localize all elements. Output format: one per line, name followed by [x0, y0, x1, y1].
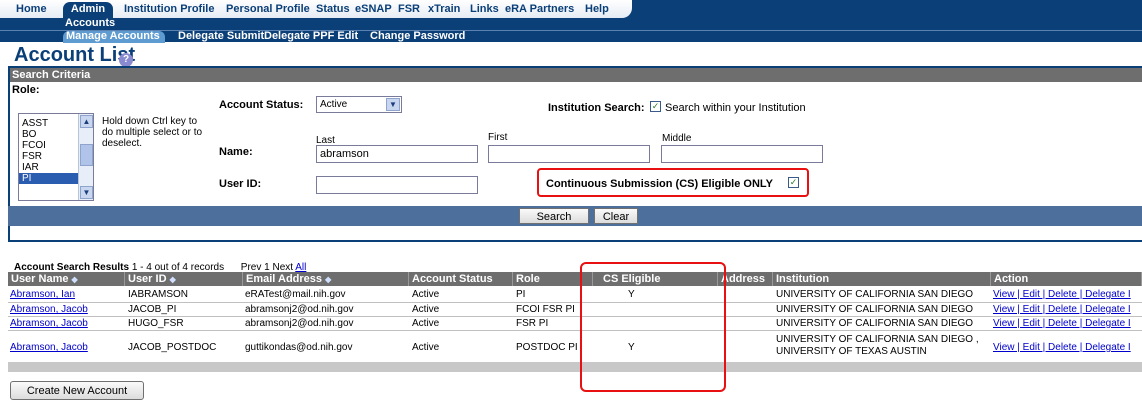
row3-email: abramsonj2@od.nih.gov	[245, 318, 354, 329]
row2-user-name[interactable]: Abramson, Jacob	[10, 304, 88, 315]
account-status-select[interactable]: Active ▼	[316, 96, 402, 113]
sort-icon[interactable]: ◆	[325, 275, 331, 284]
col-user-name-label: User Name	[11, 273, 69, 285]
top-nav-bar: Home Admin Institution Profile Personal …	[0, 0, 632, 18]
col-email-label: Email Address	[246, 273, 323, 285]
middle-name-caption: Middle	[662, 133, 692, 144]
institution-search-checkbox[interactable]: ✓	[650, 101, 661, 112]
nav-era-partners[interactable]: eRA Partners	[505, 3, 574, 15]
nav-fsr[interactable]: FSR	[398, 3, 420, 15]
sub-nav-accounts: Accounts	[0, 17, 1142, 30]
nav-home[interactable]: Home	[16, 3, 47, 15]
row4-user-id: JACOB_POSTDOC	[128, 342, 217, 353]
row2-actions[interactable]: View | Edit | Delete | Delegate I	[993, 304, 1131, 315]
results-footer-bar	[8, 362, 1142, 372]
row4-actions[interactable]: View | Edit | Delete | Delegate I	[993, 342, 1131, 353]
row-divider	[8, 302, 1142, 303]
user-id-input[interactable]	[316, 176, 478, 194]
create-new-account-button[interactable]: Create New Account	[10, 381, 144, 400]
col-email[interactable]: Email Address ◆	[243, 272, 409, 286]
search-button[interactable]: Search	[519, 208, 589, 224]
row2-email: abramsonj2@od.nih.gov	[245, 304, 354, 315]
results-table: User Name ◆ User ID ◆ Email Address ◆ Ac…	[8, 272, 1142, 372]
nav-xtrain[interactable]: xTrain	[428, 3, 460, 15]
row2-role: FCOI FSR PI	[516, 304, 575, 315]
account-status-value: Active	[320, 99, 348, 110]
top-nav: Home Admin Institution Profile Personal …	[0, 0, 1142, 18]
clear-button[interactable]: Clear	[594, 208, 638, 224]
nav-institution-profile[interactable]: Institution Profile	[124, 3, 214, 15]
middle-name-input[interactable]	[661, 145, 823, 163]
nav-help[interactable]: Help	[585, 3, 609, 15]
nav-admin[interactable]: Admin	[63, 2, 113, 18]
row3-actions[interactable]: View | Edit | Delete | Delegate I	[993, 318, 1131, 329]
sort-icon[interactable]: ◆	[72, 275, 78, 284]
row3-user-name[interactable]: Abramson, Jacob	[10, 318, 88, 329]
role-help-text: Hold down Ctrl key to do multiple select…	[102, 116, 203, 149]
scroll-down-icon[interactable]: ▼	[80, 186, 93, 199]
row2-status: Active	[412, 304, 440, 315]
institution-search-text: Search within your Institution	[665, 102, 806, 114]
row3-institution: UNIVERSITY OF CALIFORNIA SAN DIEGO	[776, 318, 974, 329]
sort-icon[interactable]: ◆	[170, 275, 176, 284]
nav-accounts[interactable]: Accounts	[65, 17, 115, 29]
scroll-up-icon[interactable]: ▲	[80, 115, 93, 128]
row3-role: FSR PI	[516, 318, 549, 329]
first-name-input[interactable]	[488, 145, 650, 163]
col-account-status: Account Status	[409, 272, 513, 286]
account-status-label: Account Status:	[219, 99, 304, 111]
row1-institution: UNIVERSITY OF CALIFORNIA SAN DIEGO	[776, 289, 974, 300]
nav-esnap[interactable]: eSNAP	[355, 3, 392, 15]
row4-institution: UNIVERSITY OF CALIFORNIA SAN DIEGO ,	[776, 334, 979, 345]
col-user-id-label: User ID	[128, 273, 167, 285]
col-action: Action	[991, 272, 1142, 286]
col-user-id[interactable]: User ID ◆	[125, 272, 243, 286]
row1-user-name[interactable]: Abramson, Ian	[10, 289, 75, 300]
row4-role: POSTDOC PI	[516, 342, 578, 353]
cs-column-highlight	[580, 262, 726, 392]
subnav-delegate-submit[interactable]: Delegate Submit	[178, 30, 264, 42]
nav-personal-profile[interactable]: Personal Profile	[226, 3, 310, 15]
row1-role: PI	[516, 289, 526, 300]
role-listbox-scrollbar[interactable]: ▲ ▼	[78, 114, 93, 200]
institution-search-label: Institution Search:	[548, 102, 645, 114]
sub-nav-accounts-menu: Manage Accounts Delegate Submit Delegate…	[0, 30, 1142, 43]
role-listbox[interactable]: ASST BO FCOI FSR IAR PI ▲ ▼	[18, 113, 94, 201]
search-criteria-header: Search Criteria	[10, 68, 1142, 82]
name-label: Name:	[219, 146, 253, 158]
col-address: Address	[718, 272, 773, 286]
row1-email: eRATest@mail.nih.gov	[245, 289, 346, 300]
row2-user-id: JACOB_PI	[128, 304, 177, 315]
row-divider	[8, 316, 1142, 317]
subnav-change-password[interactable]: Change Password	[370, 30, 465, 42]
subnav-manage-accounts[interactable]: Manage Accounts	[63, 31, 165, 43]
user-id-label: User ID:	[219, 178, 262, 190]
chevron-down-icon[interactable]: ▼	[386, 98, 400, 111]
scroll-thumb[interactable]	[80, 144, 93, 166]
nav-status[interactable]: Status	[316, 3, 350, 15]
first-name-caption: First	[488, 132, 508, 143]
help-icon[interactable]: ?	[119, 53, 133, 67]
row1-actions[interactable]: View | Edit | Delete | Delegate I	[993, 289, 1131, 300]
row4-status: Active	[412, 342, 440, 353]
row4-email: guttikondas@od.nih.gov	[245, 342, 353, 353]
row1-user-id: IABRAMSON	[128, 289, 189, 300]
row-divider	[8, 330, 1142, 331]
row3-status: Active	[412, 318, 440, 329]
role-label: Role:	[12, 84, 40, 96]
row4-institution-2: UNIVERSITY OF TEXAS AUSTIN	[776, 346, 927, 357]
row1-status: Active	[412, 289, 440, 300]
cs-eligible-highlight	[537, 168, 809, 197]
last-name-input[interactable]	[316, 145, 478, 163]
col-user-name[interactable]: User Name ◆	[8, 272, 125, 286]
page-title: Account List	[14, 44, 136, 66]
row3-user-id: HUGO_FSR	[128, 318, 184, 329]
col-institution: Institution	[773, 272, 991, 286]
row4-user-name[interactable]: Abramson, Jacob	[10, 342, 88, 353]
nav-links[interactable]: Links	[470, 3, 499, 15]
subnav-delegate-ppf-edit[interactable]: Delegate PPF Edit	[264, 30, 358, 42]
row2-institution: UNIVERSITY OF CALIFORNIA SAN DIEGO	[776, 304, 974, 315]
search-button-bar: Search Clear	[8, 206, 1142, 226]
